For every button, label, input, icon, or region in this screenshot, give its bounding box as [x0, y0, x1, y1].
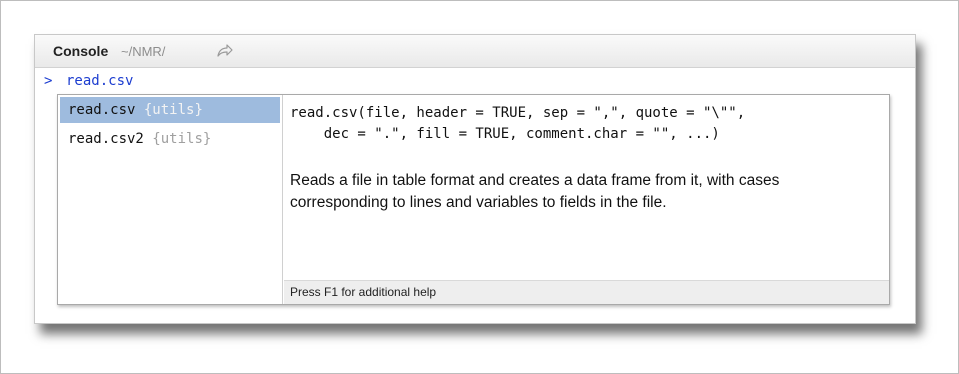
completion-function-name: read.csv2	[68, 131, 144, 147]
autocomplete-popup: read.csv {utils} read.csv2 {utils} read.…	[57, 94, 890, 305]
signature-line-2: dec = ".", fill = TRUE, comment.char = "…	[290, 126, 720, 142]
completion-list[interactable]: read.csv {utils} read.csv2 {utils}	[58, 95, 283, 304]
function-signature: read.csv(file, header = TRUE, sep = ",",…	[290, 103, 745, 145]
help-footer-text: Press F1 for additional help	[290, 285, 437, 299]
function-help-panel: read.csv(file, header = TRUE, sep = ",",…	[290, 95, 889, 304]
function-description: Reads a file in table format and creates…	[290, 172, 780, 211]
help-footer: Press F1 for additional help	[284, 280, 889, 304]
console-title: Console	[53, 43, 109, 59]
completion-item-read-csv2[interactable]: read.csv2 {utils}	[60, 126, 280, 152]
completion-item-read-csv[interactable]: read.csv {utils}	[60, 97, 280, 123]
console-header: Console ~/NMR/	[35, 35, 915, 68]
goto-directory-arrow-icon[interactable]	[216, 43, 234, 59]
working-directory-path: ~/NMR/	[121, 44, 166, 59]
completion-package-name: {utils}	[152, 131, 212, 147]
signature-line-1: read.csv(file, header = TRUE, sep = ",",…	[290, 105, 746, 121]
completion-function-name: read.csv	[68, 102, 136, 118]
console-input-line[interactable]: > read.csv	[44, 73, 133, 89]
prompt-symbol: >	[44, 73, 53, 89]
console-pane[interactable]: Console ~/NMR/ > read.csv read.csv {utils…	[34, 34, 916, 324]
console-input-text[interactable]: read.csv	[66, 73, 133, 89]
completion-package-name: {utils}	[143, 102, 203, 118]
